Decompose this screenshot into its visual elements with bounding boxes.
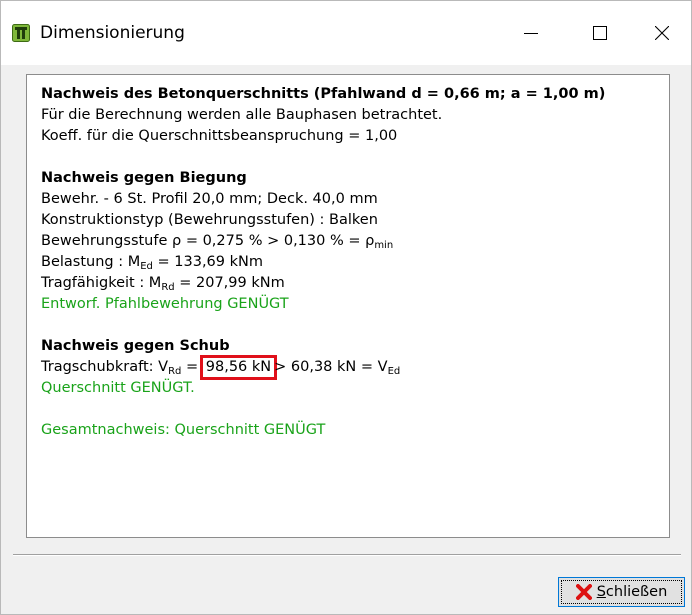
section-heading-bending: Nachweis gegen Biegung [41,170,247,186]
close-window-button[interactable] [633,1,691,65]
minimize-icon [524,33,538,34]
window-title: Dimensionierung [40,23,185,43]
minimize-button[interactable] [502,1,560,65]
divider [13,554,681,556]
close-button-label: Schließen [596,584,668,600]
shear-result: Querschnitt GENÜGT. [41,380,195,396]
close-icon [655,26,669,40]
construction-type-line: Konstruktionstyp (Bewehrungsstufen) : Ba… [41,212,378,228]
info-line-coefficient: Koeff. für die Querschnittsbeanspruchung… [41,128,398,144]
overall-result: Gesamtnachweis: Querschnitt GENÜGT [41,422,326,438]
dialog-window: Dimensionierung Nachweis des Betonquersc… [0,0,692,615]
maximize-button[interactable] [571,1,629,65]
report-panel: Nachweis des Betonquerschnitts (Pfahlwan… [26,74,670,538]
reinforcement-line: Bewehr. - 6 St. Profil 20,0 mm; Deck. 40… [41,191,378,207]
load-line: Belastung : MEd = 133,69 kNm [41,254,263,272]
title-bar[interactable]: Dimensionierung [1,1,691,65]
red-x-icon [575,584,592,600]
maximize-icon [593,26,607,40]
app-icon [12,24,30,42]
section-heading-shear: Nachweis gegen Schub [41,338,230,354]
reinforcement-ratio-line: Bewehrungsstufe ρ = 0,275 % > 0,130 % = … [41,233,394,251]
shear-capacity-line: Tragschubkraft: VRd = 98,56 kN > 60,38 kN… [41,355,401,380]
highlighted-shear-value: 98,56 kN [199,355,278,380]
section-heading-concrete: Nachweis des Betonquerschnitts (Pfahlwan… [41,86,606,102]
info-line-phases: Für die Berechnung werden alle Bauphasen… [41,107,443,123]
close-button[interactable]: Schließen [558,577,685,607]
bending-result: Entworf. Pfahlbewehrung GENÜGT [41,296,289,312]
capacity-line: Tragfähigkeit : MRd = 207,99 kNm [41,275,285,293]
